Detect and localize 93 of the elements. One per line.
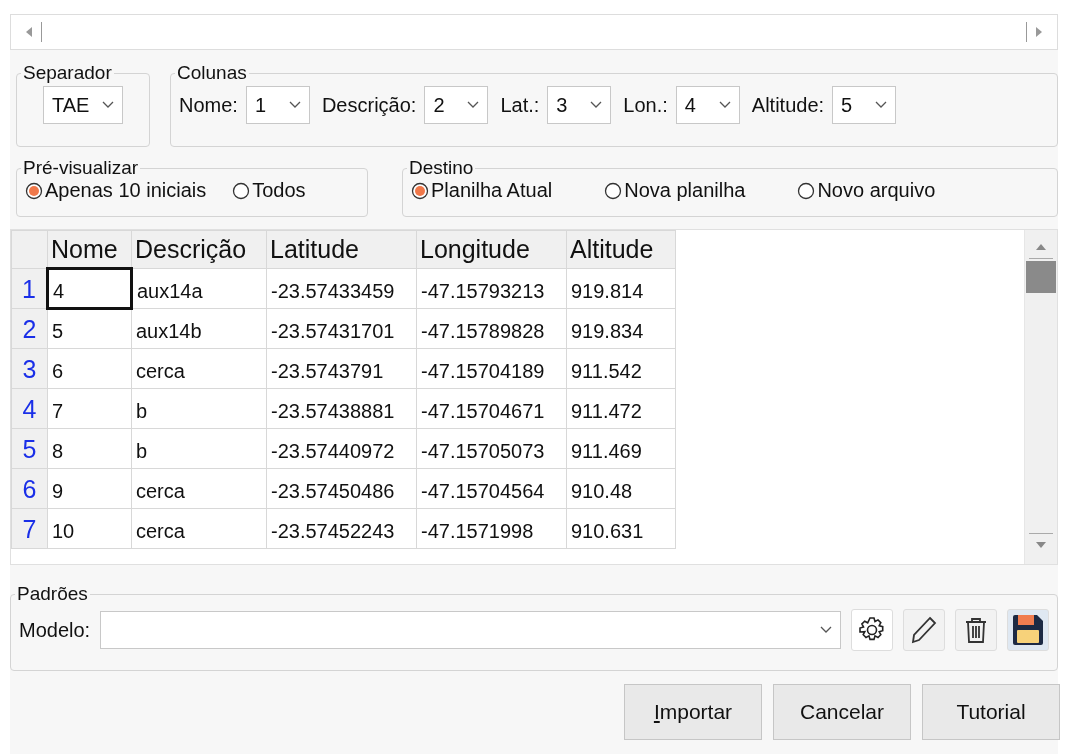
dropdown[interactable]: 1: [245, 86, 310, 124]
dialog-button[interactable]: Importar: [624, 684, 762, 740]
scroll-right-icon[interactable]: [1035, 26, 1043, 38]
scroll-thumb[interactable]: [1026, 261, 1056, 293]
trash-icon: [964, 616, 988, 644]
table-cell: b: [131, 388, 267, 429]
field-label: Altitude:: [751, 93, 825, 117]
table-cell: cerca: [131, 348, 267, 389]
row-number[interactable]: 4: [11, 388, 48, 429]
dropdown[interactable]: 3: [547, 86, 612, 124]
table-cell: -23.57452243: [266, 508, 417, 549]
chevron-icon: [820, 626, 832, 634]
row-number[interactable]: 1: [11, 268, 48, 309]
table-cell: -23.57431701: [266, 308, 417, 349]
table-cell: -47.15705073: [416, 428, 567, 469]
table-cell: aux14a: [131, 268, 267, 309]
table-cell: 10: [47, 508, 132, 549]
row-number[interactable]: 2: [11, 308, 48, 349]
dropdown[interactable]: [100, 611, 841, 649]
column-header[interactable]: Longitude: [416, 230, 567, 269]
dropdown[interactable]: 5: [832, 86, 897, 124]
table-cell: -23.57433459: [266, 268, 417, 309]
horizontal-scrollbar[interactable]: [10, 14, 1058, 50]
table-cell: 911.542: [566, 348, 676, 389]
radio-option[interactable]: Nova planilha: [604, 179, 746, 202]
row-number[interactable]: 7: [11, 508, 48, 549]
group-label: Pré-visualizar: [22, 157, 140, 179]
vertical-scrollbar[interactable]: [1024, 230, 1057, 564]
dropdown[interactable]: TAE: [43, 86, 123, 124]
scroll-left-icon[interactable]: [25, 26, 33, 38]
row-number[interactable]: 5: [11, 428, 48, 469]
table-cell: cerca: [131, 508, 267, 549]
table-cell: -47.1571998: [416, 508, 567, 549]
column-header[interactable]: Descrição: [131, 230, 267, 269]
group-label: Colunas: [176, 62, 248, 84]
field-label: Modelo:: [19, 618, 91, 642]
column-header[interactable]: Altitude: [566, 230, 676, 269]
group-label: Padrões: [16, 583, 89, 605]
table-cell: 8: [47, 428, 132, 469]
chevron-icon: [288, 101, 301, 109]
edit-button[interactable]: [903, 609, 945, 651]
group-label: Destino: [408, 157, 475, 179]
column-header[interactable]: Latitude: [266, 230, 417, 269]
table-cell: 9: [47, 468, 132, 509]
table-cell: 919.814: [566, 268, 676, 309]
column-header[interactable]: Nome: [47, 230, 132, 269]
field-label: Lon.:: [623, 93, 668, 117]
gear-button[interactable]: [851, 609, 893, 651]
table-cell: -23.5743791: [266, 348, 417, 389]
scroll-down-icon[interactable]: [1035, 540, 1047, 550]
table-cell: aux14b: [131, 308, 267, 349]
table-cell: -23.57438881: [266, 388, 417, 429]
field-label: Descrição:: [321, 93, 417, 117]
table-cell: 4: [47, 268, 132, 309]
radio-option[interactable]: Planilha Atual: [411, 179, 553, 202]
group-label: Separador: [22, 62, 113, 84]
radio-option[interactable]: Apenas 10 iniciais: [25, 179, 207, 202]
table-cell: -47.15789828: [416, 308, 567, 349]
save-button[interactable]: [1007, 609, 1049, 651]
row-number[interactable]: 6: [11, 468, 48, 509]
table-cell: -47.15704189: [416, 348, 567, 389]
table-cell: 919.834: [566, 308, 676, 349]
scroll-up-icon[interactable]: [1035, 242, 1047, 252]
delete-button[interactable]: [955, 609, 997, 651]
table-cell: 910.631: [566, 508, 676, 549]
table-cell: 910.48: [566, 468, 676, 509]
table-cell: -23.57440972: [266, 428, 417, 469]
table-cell: -47.15704564: [416, 468, 567, 509]
table-cell: 6: [47, 348, 132, 389]
table-cell: -47.15704671: [416, 388, 567, 429]
field-label: Nome:: [179, 93, 238, 117]
chevron-icon: [467, 101, 480, 109]
chevron-icon: [590, 101, 603, 109]
chevron-icon: [718, 101, 731, 109]
radio-option[interactable]: Todos: [232, 179, 306, 202]
chevron-icon: [102, 101, 114, 109]
dropdown[interactable]: 2: [424, 86, 489, 124]
row-number[interactable]: 3: [11, 348, 48, 389]
pencil-icon: [910, 615, 938, 645]
chevron-icon: [875, 101, 888, 109]
table-cell: -47.15793213: [416, 268, 567, 309]
table-cell: 911.472: [566, 388, 676, 429]
table-cell: cerca: [131, 468, 267, 509]
table-cell: b: [131, 428, 267, 469]
field-label: Lat.:: [500, 93, 540, 117]
table-cell: 5: [47, 308, 132, 349]
dialog-button[interactable]: Tutorial: [922, 684, 1060, 740]
table-cell: 7: [47, 388, 132, 429]
table-cell: -23.57450486: [266, 468, 417, 509]
table-cell: 911.469: [566, 428, 676, 469]
dialog-button[interactable]: Cancelar: [773, 684, 911, 740]
dropdown[interactable]: 4: [675, 86, 740, 124]
radio-option[interactable]: Novo arquivo: [797, 179, 936, 202]
